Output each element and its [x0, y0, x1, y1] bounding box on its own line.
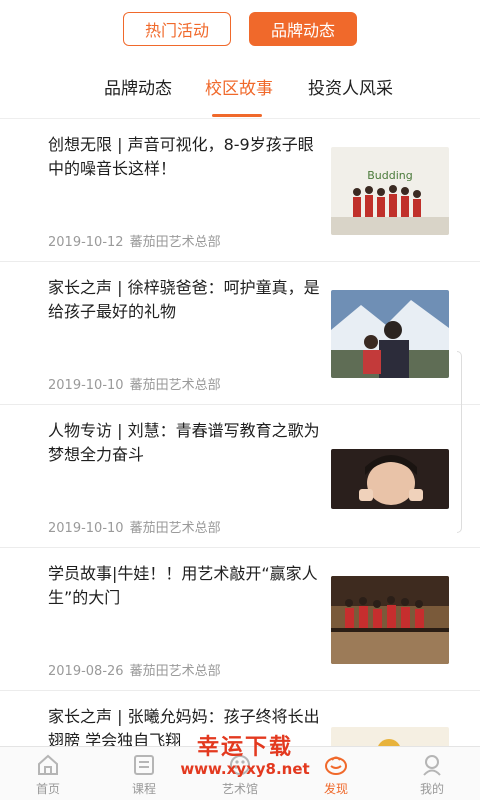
article-date: 2019-10-10 — [48, 378, 124, 393]
article-title: 家长之声 | 徐梓骁爸爸：呵护童真，是给孩子最好的礼物 — [48, 278, 320, 321]
article-meta: 2019-10-12 蕃茄田艺术总部 — [48, 231, 221, 250]
list-item[interactable]: 创想无限 | 声音可视化，8-9岁孩子眼中的噪音长这样！ 2019-10-12 蕃… — [0, 119, 480, 262]
article-thumbnail — [331, 449, 449, 509]
article-thumbnail: Budding — [331, 147, 449, 235]
home-icon — [38, 754, 58, 775]
nav-label: 艺术馆 — [221, 782, 258, 796]
list-item[interactable]: 家长之声 | 徐梓骁爸爸：呵护童真，是给孩子最好的礼物 2019-10-10 蕃茄… — [0, 262, 480, 405]
thumb-caption: Budding — [367, 169, 413, 182]
article-title: 创想无限 | 声音可视化，8-9岁孩子眼中的噪音长这样！ — [48, 135, 314, 178]
active-tab-indicator — [212, 114, 262, 117]
article-title: 人物专访 | 刘慧：青春谱写教育之歌为梦想全力奋斗 — [48, 421, 320, 464]
scrollbar[interactable] — [457, 351, 462, 533]
bottom-nav: 首页 课程 艺术馆 发现 我的 — [0, 746, 480, 800]
nav-label: 发现 — [323, 782, 348, 796]
subtab-bar: 品牌动态 校区故事 投资人风采 — [0, 62, 480, 119]
article-list[interactable]: 创想无限 | 声音可视化，8-9岁孩子眼中的噪音长这样！ 2019-10-12 蕃… — [0, 119, 480, 747]
article-thumbnail — [331, 290, 449, 378]
article-source: 蕃茄田艺术总部 — [129, 664, 221, 679]
article-date: 2019-10-12 — [48, 235, 124, 250]
article-thumbnail — [331, 727, 449, 747]
list-item[interactable]: 人物专访 | 刘慧：青春谱写教育之歌为梦想全力奋斗 2019-10-10 蕃茄田艺… — [0, 405, 480, 548]
hot-activities-button[interactable]: 热门活动 — [123, 12, 231, 46]
nav-item-profile[interactable]: 我的 — [384, 747, 480, 800]
article-date: 2019-10-10 — [48, 521, 124, 536]
list-item[interactable]: 家长之声 | 张曦允妈妈：孩子终将长出翅膀 学会独自飞翔 — [0, 691, 480, 747]
list-item[interactable]: 学员故事|牛娃！！用艺术敲开“赢家人生”的大门 2019-08-26 蕃茄田艺术总… — [0, 548, 480, 691]
profile-icon — [423, 755, 441, 776]
article-date: 2019-08-26 — [48, 664, 124, 679]
article-thumbnail — [331, 576, 449, 664]
nav-item-gallery[interactable]: 艺术馆 — [192, 747, 288, 800]
article-title: 家长之声 | 张曦允妈妈：孩子终将长出翅膀 学会独自飞翔 — [48, 707, 320, 747]
nav-item-home[interactable]: 首页 — [0, 747, 96, 800]
course-icon — [134, 755, 154, 775]
tab-brand-news[interactable]: 品牌动态 — [104, 74, 172, 104]
tab-investor-profiles[interactable]: 投资人风采 — [308, 74, 393, 104]
brand-news-button[interactable]: 品牌动态 — [249, 12, 357, 46]
article-source: 蕃茄田艺术总部 — [129, 521, 221, 536]
gallery-icon — [230, 755, 250, 775]
top-toggle: 热门活动 品牌动态 — [0, 12, 480, 48]
tab-campus-stories[interactable]: 校区故事 — [205, 74, 273, 104]
nav-label: 我的 — [419, 782, 444, 796]
article-source: 蕃茄田艺术总部 — [129, 235, 221, 250]
nav-label: 首页 — [35, 782, 60, 796]
article-meta: 2019-08-26 蕃茄田艺术总部 — [48, 660, 221, 679]
article-meta: 2019-10-10 蕃茄田艺术总部 — [48, 517, 221, 536]
nav-item-discover[interactable]: 发现 — [288, 747, 384, 800]
article-source: 蕃茄田艺术总部 — [129, 378, 221, 393]
article-meta: 2019-10-10 蕃茄田艺术总部 — [48, 374, 221, 393]
discover-icon — [325, 756, 347, 775]
nav-item-course[interactable]: 课程 — [96, 747, 192, 800]
nav-label: 课程 — [131, 782, 156, 796]
article-title: 学员故事|牛娃！！用艺术敲开“赢家人生”的大门 — [48, 564, 318, 607]
